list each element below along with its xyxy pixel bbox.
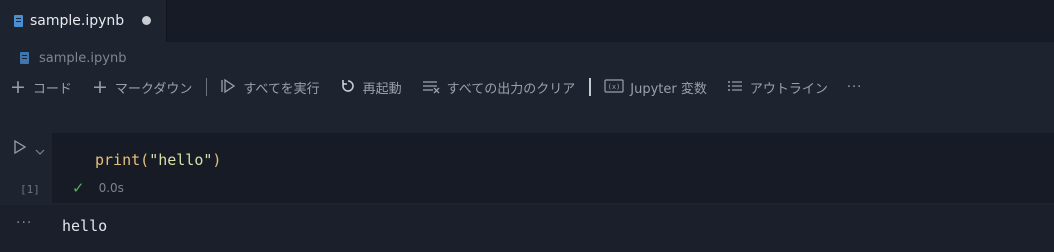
execution-duration: 0.0s xyxy=(98,181,124,195)
outline-button[interactable]: アウトライン xyxy=(727,78,828,97)
restart-label: 再起動 xyxy=(362,81,402,97)
code-paren: ) xyxy=(212,151,222,169)
output-text: hello xyxy=(62,217,108,235)
restart-icon xyxy=(340,78,356,97)
editor-tab-bar: sample.ipynb xyxy=(0,0,1054,42)
execution-count: [1] xyxy=(20,183,40,196)
run-all-button[interactable]: すべてを実行 xyxy=(220,78,320,97)
svg-text:(x): (x) xyxy=(608,83,621,91)
plus-icon: + xyxy=(10,76,26,98)
unsaved-indicator-icon[interactable] xyxy=(142,16,151,25)
toolbar-separator xyxy=(206,78,208,96)
outline-label: アウトライン xyxy=(749,81,828,97)
notebook-file-icon xyxy=(14,15,23,27)
toolbar-separator xyxy=(589,78,592,96)
more-actions-button[interactable]: ··· xyxy=(847,80,862,95)
cell-output xyxy=(0,205,1054,252)
breadcrumb[interactable]: sample.ipynb xyxy=(20,49,126,67)
breadcrumb-label[interactable]: sample.ipynb xyxy=(39,51,126,66)
notebook-toolbar: + コード + マークダウン すべてを実行 再起動 すべての出力のクリア (x)… xyxy=(0,74,1054,100)
run-cell-icon[interactable] xyxy=(13,139,27,159)
clear-all-outputs-label: すべての出力のクリア xyxy=(446,81,576,97)
variables-icon: (x) xyxy=(604,78,624,97)
variables-label: Jupyter 変数 xyxy=(630,81,707,97)
output-more-icon[interactable]: ··· xyxy=(16,215,32,231)
code-string: "hello" xyxy=(149,151,213,169)
tab-sample-ipynb[interactable]: sample.ipynb xyxy=(0,0,167,42)
clear-all-icon xyxy=(422,78,440,97)
add-code-label: コード xyxy=(32,81,72,97)
clear-all-outputs-button[interactable]: すべての出力のクリア xyxy=(422,78,576,97)
plus-icon: + xyxy=(91,76,108,98)
notebook-file-icon xyxy=(20,52,29,64)
add-markdown-label: マークダウン xyxy=(114,81,193,97)
restart-button[interactable]: 再起動 xyxy=(340,78,402,97)
variables-button[interactable]: (x) Jupyter 変数 xyxy=(604,78,707,97)
code-function: print( xyxy=(95,151,150,169)
run-all-label: すべてを実行 xyxy=(243,81,320,97)
chevron-down-icon[interactable] xyxy=(35,141,45,160)
tab-label: sample.ipynb xyxy=(30,13,125,29)
code-line[interactable]: print("hello") xyxy=(95,151,221,169)
cell-status: ✓ 0.0s xyxy=(72,179,124,197)
add-markdown-cell-button[interactable]: + マークダウン xyxy=(92,78,192,97)
outline-list-icon xyxy=(727,78,743,97)
more-actions-icon: ··· xyxy=(846,79,863,95)
run-all-icon xyxy=(220,78,236,97)
check-icon: ✓ xyxy=(72,179,85,197)
add-code-cell-button[interactable]: + コード xyxy=(10,78,72,97)
